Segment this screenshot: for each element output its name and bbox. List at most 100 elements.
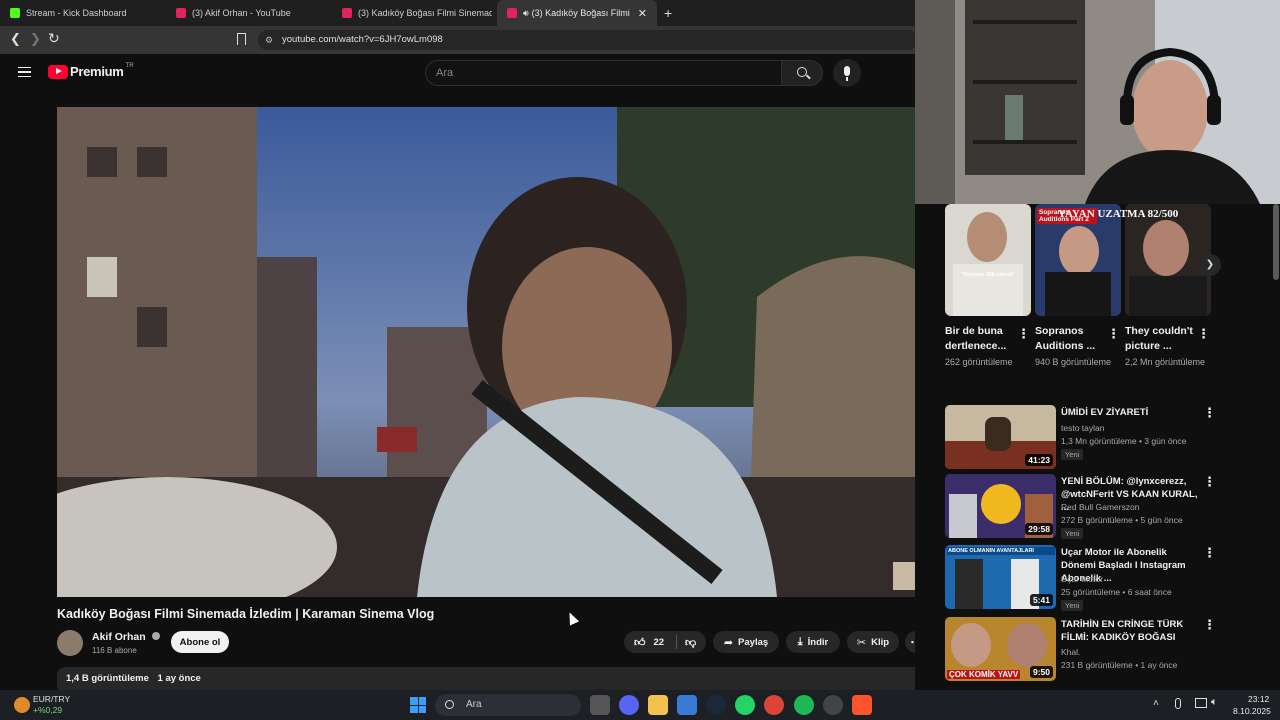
tab-kick-dashboard[interactable]: Stream - Kick Dashboard bbox=[0, 0, 166, 26]
shorts-next-button[interactable]: ❯ bbox=[1199, 254, 1221, 276]
clip-button[interactable]: ✂ Klip bbox=[847, 631, 899, 653]
reload-icon[interactable]: ↻ bbox=[48, 30, 60, 47]
voice-search-button[interactable] bbox=[833, 59, 861, 87]
youtube-icon bbox=[176, 8, 186, 18]
video-meta: 231 B görüntüleme • 1 ay önce bbox=[1061, 660, 1178, 670]
mouse-cursor bbox=[564, 610, 580, 626]
file-explorer-icon[interactable] bbox=[648, 695, 668, 715]
short-item[interactable]: Sopranos Auditions Part 2 Sopranos Audit… bbox=[1035, 204, 1121, 369]
menu-icon[interactable] bbox=[18, 67, 31, 77]
kebab-menu-icon[interactable]: ⋮ bbox=[1203, 545, 1216, 561]
mic-icon bbox=[844, 66, 850, 76]
kebab-menu-icon[interactable]: ⋮ bbox=[1203, 405, 1216, 421]
volume-tray-icon[interactable]: 🔈︎ bbox=[1211, 696, 1218, 709]
short-title: Bir de buna dertlenece... bbox=[945, 325, 1007, 352]
video-duration: 29:58 bbox=[1025, 523, 1053, 535]
speaker-icon: 🔊︎ bbox=[523, 7, 529, 18]
like-button[interactable]: 👍︎ 22 bbox=[624, 636, 676, 649]
bookmark-icon[interactable] bbox=[237, 33, 246, 45]
short-views: 940 B görüntüleme bbox=[1035, 357, 1112, 367]
recommended-video[interactable]: 29:58 YENİ BÖLÜM: @lynxcerezz, @wtcNFeri… bbox=[945, 474, 1216, 539]
tab-kadikoy-active[interactable]: 🔊︎ (3) Kadıköy Boğası Filmi Sinem ✕ bbox=[497, 0, 657, 26]
steam-icon[interactable] bbox=[706, 695, 726, 715]
spotify-icon[interactable] bbox=[794, 695, 814, 715]
site-info-icon[interactable]: ⚙ bbox=[265, 30, 273, 50]
video-title: ÜMİDİ EV ZİYARETİ bbox=[1061, 407, 1149, 418]
back-icon[interactable]: ❮ bbox=[10, 31, 21, 47]
video-thumbnail[interactable]: 41:23 bbox=[945, 405, 1056, 469]
short-thumbnail[interactable]: Sopranos Auditions Part 2 bbox=[1035, 204, 1121, 316]
search-button[interactable] bbox=[781, 60, 823, 86]
channel-avatar[interactable] bbox=[57, 630, 83, 656]
video-player[interactable] bbox=[57, 107, 929, 597]
kebab-menu-icon[interactable]: ⋮ bbox=[1017, 326, 1030, 342]
microphone-tray-icon[interactable] bbox=[1175, 698, 1181, 709]
view-count: 1,4 B görüntüleme bbox=[66, 673, 149, 684]
dislike-button[interactable]: 👎︎ bbox=[677, 636, 696, 649]
video-thumbnail[interactable]: ABONE OLMANIN AVANTAJLARI 5:41 bbox=[945, 545, 1056, 609]
taskbar-search[interactable]: Ara bbox=[435, 694, 581, 716]
short-thumbnail[interactable]: "Oyuncu 436 elendi" bbox=[945, 204, 1031, 316]
short-views: 262 görüntüleme bbox=[945, 357, 1013, 367]
subscribe-button[interactable]: Abone ol bbox=[171, 631, 229, 653]
download-icon: ⤓ bbox=[797, 635, 803, 648]
tab-akif-orhan[interactable]: (3) Akif Orhan - YouTube bbox=[166, 0, 332, 26]
youtube-logo[interactable]: Premium TR bbox=[48, 63, 134, 79]
video-channel: Khal. bbox=[1061, 647, 1081, 657]
kebab-menu-icon[interactable]: ⋮ bbox=[1203, 617, 1216, 633]
share-label: Paylaş bbox=[738, 636, 769, 648]
download-button[interactable]: ⤓ İndir bbox=[786, 631, 840, 653]
forward-icon[interactable]: ❯ bbox=[30, 31, 41, 47]
close-tab-icon[interactable]: ✕ bbox=[638, 7, 647, 20]
ticker-symbol[interactable]: EUR/TRY bbox=[33, 694, 70, 704]
video-title: TARİHİN EN CRİNGE TÜRK FİLMİ: KADIKÖY BO… bbox=[1061, 619, 1184, 643]
recommendations-sidebar: "Oyuncu 436 elendi" Bir de buna dertlene… bbox=[915, 204, 1280, 690]
discord-icon[interactable] bbox=[619, 695, 639, 715]
kebab-menu-icon[interactable]: ⋮ bbox=[1197, 326, 1210, 342]
video-meta: 25 görüntüleme • 6 saat önce bbox=[1061, 587, 1172, 597]
video-meta: 272 B görüntüleme • 5 gün önce bbox=[1061, 515, 1183, 525]
kebab-menu-icon[interactable]: ⋮ bbox=[1203, 474, 1216, 490]
url-text: youtube.com/watch?v=6JH7owLm098 bbox=[282, 34, 443, 45]
youtube-header: Premium TR Ara bbox=[0, 54, 915, 98]
tray-chevron-icon[interactable]: ˄ bbox=[1153, 698, 1159, 709]
short-thumbnail[interactable] bbox=[1125, 204, 1211, 316]
url-field[interactable]: ⚙ youtube.com/watch?v=6JH7owLm098 bbox=[258, 30, 918, 50]
obs-icon[interactable] bbox=[823, 695, 843, 715]
youtube-page: Premium TR Ara Kadıköy Boğası Filmi Sine… bbox=[0, 54, 929, 693]
tab-label: (3) Kadıköy Boğası Filmi Sinemada İzl bbox=[358, 8, 492, 18]
short-views: 2,2 Mn görüntüleme bbox=[1125, 357, 1206, 367]
video-channel: Uçar Motor bbox=[1061, 574, 1104, 584]
display-tray-icon[interactable] bbox=[1195, 698, 1207, 708]
search-input[interactable]: Ara bbox=[425, 60, 782, 86]
tab-label: (3) Akif Orhan - YouTube bbox=[192, 8, 291, 18]
recommended-video[interactable]: 41:23 ÜMİDİ EV ZİYARETİ testo taylan 1,3… bbox=[945, 405, 1216, 469]
video-frame bbox=[57, 107, 929, 597]
short-item[interactable]: They couldn't picture ... 2,2 Mn görüntü… bbox=[1125, 204, 1211, 369]
clock-date[interactable]: 8.10.2025 bbox=[1233, 706, 1271, 716]
kebab-menu-icon[interactable]: ⋮ bbox=[1107, 326, 1120, 342]
share-button[interactable]: ➦ Paylaş bbox=[713, 631, 779, 653]
task-view-icon[interactable] bbox=[590, 695, 610, 715]
start-button[interactable] bbox=[410, 697, 426, 713]
share-icon: ➦ bbox=[723, 636, 734, 649]
short-item[interactable]: "Oyuncu 436 elendi" Bir de buna dertlene… bbox=[945, 204, 1031, 369]
store-icon[interactable] bbox=[677, 695, 697, 715]
recommended-video[interactable]: ABONE OLMANIN AVANTAJLARI 5:41 Uçar Moto… bbox=[945, 545, 1216, 611]
video-channel: testo taylan bbox=[1061, 423, 1105, 433]
whatsapp-icon[interactable] bbox=[735, 695, 755, 715]
channel-name[interactable]: Akif Orhan bbox=[92, 631, 160, 643]
recommended-video[interactable]: ÇOK KOMİK YAVV 9:50 TARİHİN EN CRİNGE TÜ… bbox=[945, 617, 1216, 681]
clock-time[interactable]: 23:12 bbox=[1248, 694, 1269, 704]
new-tab-icon[interactable]: + bbox=[664, 5, 672, 21]
tab-kadikoy-1[interactable]: (3) Kadıköy Boğası Filmi Sinemada İzl bbox=[332, 0, 492, 26]
video-thumbnail[interactable]: 29:58 bbox=[945, 474, 1056, 538]
brave-icon[interactable] bbox=[852, 695, 872, 715]
clip-label: Klip bbox=[871, 636, 890, 648]
new-badge: Yeni bbox=[1061, 449, 1084, 460]
video-duration: 9:50 bbox=[1029, 666, 1053, 678]
sidebar-scrollbar[interactable] bbox=[1273, 204, 1279, 280]
video-thumbnail[interactable]: ÇOK KOMİK YAVV 9:50 bbox=[945, 617, 1056, 681]
chrome-icon[interactable] bbox=[764, 695, 784, 715]
webcam-frame bbox=[915, 0, 1280, 204]
